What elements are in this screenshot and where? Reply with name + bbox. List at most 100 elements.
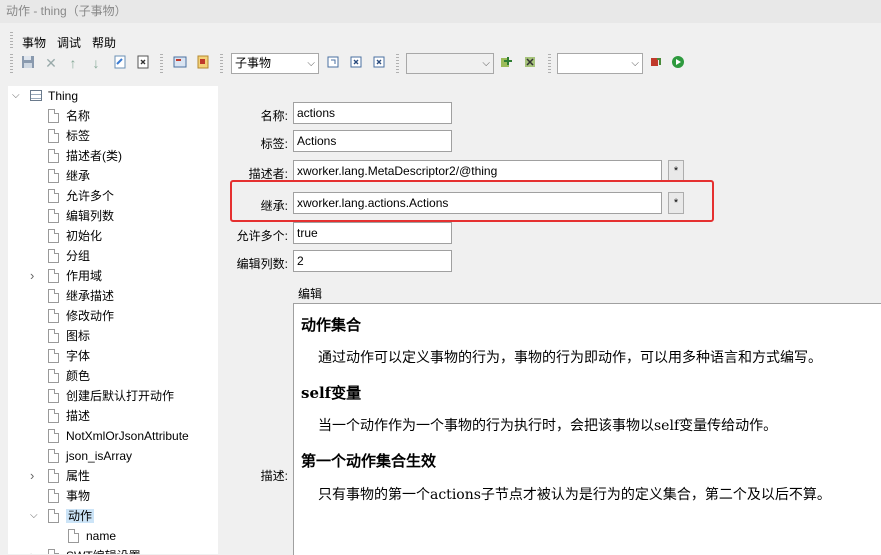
tree-item[interactable]: 名称 [48, 106, 90, 126]
save-icon[interactable] [20, 55, 36, 71]
tree-item[interactable]: 颜色 [48, 366, 90, 386]
document-icon [68, 529, 79, 543]
description-heading-2: self变量 [301, 384, 362, 402]
tree-item-label: 创建后默认打开动作 [66, 389, 175, 403]
tree-item-label: 标签 [66, 129, 91, 143]
tree-item[interactable]: NotXmlOrJsonAttribute [48, 426, 189, 446]
description-heading-3: 第一个动作集合生效 [301, 452, 437, 470]
tree-item-label: 继承描述 [66, 289, 115, 303]
empty-combo[interactable]: ⌵ [406, 53, 494, 74]
tree-item[interactable]: 继承 [48, 166, 90, 186]
tree-item[interactable]: 编辑列数 [48, 206, 114, 226]
tree-item-label: 分组 [66, 249, 91, 263]
document-icon [48, 129, 59, 143]
add-green-icon[interactable] [499, 55, 515, 71]
highlight-box [230, 180, 714, 222]
document-icon [48, 249, 59, 263]
tree-item[interactable]: › 作用域 [30, 266, 103, 286]
chevron-right-icon[interactable]: › [30, 466, 34, 486]
child-thing-combo[interactable]: 子事物 ⌵ [231, 53, 319, 74]
tree-item[interactable]: 描述者(类) [48, 146, 122, 166]
remove-child-icon[interactable] [348, 55, 364, 71]
delete-child-icon[interactable] [371, 55, 387, 71]
menu-debug[interactable]: 调试 [57, 34, 81, 51]
tree-item-label: 事物 [66, 489, 91, 503]
name-field[interactable]: actions [293, 102, 452, 124]
tree-root-label: Thing [48, 89, 79, 103]
descriptor-field[interactable]: xworker.lang.MetaDescriptor2/@thing [293, 160, 662, 182]
chevron-right-icon[interactable]: › [30, 266, 34, 286]
toolbar-grip [10, 54, 13, 74]
description-editor[interactable]: 动作集合 通过动作可以定义事物的行为，事物的行为即动作，可以用多种语言和方式编写… [293, 303, 881, 555]
move-up-icon[interactable]: ↑ [65, 55, 81, 71]
tree-item-label: SWT编辑设置 [66, 549, 141, 554]
tree-item-label: 图标 [66, 329, 91, 343]
chevron-down-icon: ⌵ [307, 58, 315, 69]
tree-item-label: 修改动作 [66, 309, 115, 323]
tree-item[interactable]: › 属性 [30, 466, 90, 486]
cols-field[interactable]: 2 [293, 250, 452, 272]
tree-item-label: 作用域 [66, 269, 103, 283]
document-icon [48, 269, 59, 283]
tree-item-label: 颜色 [66, 369, 91, 383]
tree-item[interactable]: 修改动作 [48, 306, 114, 326]
document-icon [48, 549, 59, 554]
name-label: 名称: [260, 109, 288, 123]
add-child-icon[interactable] [325, 55, 341, 71]
tree-item[interactable]: 图标 [48, 326, 90, 346]
description-heading-1: 动作集合 [301, 316, 362, 334]
tree-item[interactable]: 事物 [48, 486, 90, 506]
tree-item[interactable]: 允许多个 [48, 186, 114, 206]
remove-green-icon[interactable] [522, 55, 538, 71]
toolbar-grip [220, 54, 223, 74]
document-icon [48, 329, 59, 343]
tree-item[interactable]: 字体 [48, 346, 90, 366]
cols-label: 编辑列数: [236, 257, 288, 271]
tree-item[interactable]: name [68, 526, 116, 546]
tree-item[interactable]: › SWT编辑设置 [30, 546, 141, 554]
description-paragraph-3: 只有事物的第一个actions子节点才被认为是行为的定义集合，第二个及以后不算。 [318, 487, 831, 503]
document-icon [48, 209, 59, 223]
document-icon [48, 449, 59, 463]
tree-item-label: 初始化 [66, 229, 103, 243]
bookmark-icon[interactable] [195, 55, 211, 71]
tree-item-label: 描述 [66, 409, 91, 423]
descriptor-select-button[interactable]: * [668, 160, 684, 182]
menu-grip [10, 32, 13, 48]
tree-item[interactable]: json_isArray [48, 446, 132, 466]
window-title: 动作 - thing（子事物） [0, 0, 881, 23]
tree-item[interactable]: 继承描述 [48, 286, 114, 306]
refresh-icon[interactable] [112, 55, 128, 71]
tree-item[interactable]: 创建后默认打开动作 [48, 386, 174, 406]
tree-item-label: 编辑列数 [66, 209, 115, 223]
document-icon [48, 229, 59, 243]
move-down-icon[interactable]: ↓ [88, 55, 104, 71]
chevron-down-icon[interactable]: ⌵ [30, 506, 38, 526]
remove-file-icon[interactable] [135, 55, 151, 71]
chevron-down-icon: ⌵ [631, 58, 639, 69]
menu-help[interactable]: 帮助 [92, 34, 116, 51]
toolbar-grip [548, 54, 551, 74]
menu-thing[interactable]: 事物 [22, 34, 46, 51]
run-icon[interactable] [670, 55, 686, 71]
delete-icon[interactable]: ✕ [43, 55, 59, 71]
tag-field[interactable]: Actions [293, 130, 452, 152]
tree-item[interactable]: 初始化 [48, 226, 102, 246]
toolbar-grip [160, 54, 163, 74]
multiple-field[interactable]: true [293, 222, 452, 244]
tree-item[interactable]: 标签 [48, 126, 90, 146]
tree-item[interactable]: 分组 [48, 246, 90, 266]
document-icon[interactable] [172, 55, 188, 71]
document-icon [48, 169, 59, 183]
tree-item[interactable]: ⌵ 动作 [30, 506, 95, 526]
thing-tree[interactable]: ⌵ Thing 名称标签描述者(类) 继承 允许多个编辑列数初始化分组 › 作用域继承描述修… [8, 86, 218, 554]
debug-icon[interactable] [647, 55, 663, 71]
empty-combo[interactable]: ⌵ [557, 53, 643, 74]
description-label: 描述: [260, 469, 288, 483]
tree-item[interactable]: 描述 [48, 406, 90, 426]
chevron-down-icon: ⌵ [482, 58, 490, 69]
tree-item-label: 描述者(类) [66, 149, 122, 163]
document-icon [48, 309, 59, 323]
chevron-right-icon[interactable]: › [30, 546, 34, 554]
chevron-down-icon[interactable]: ⌵ [12, 86, 20, 106]
